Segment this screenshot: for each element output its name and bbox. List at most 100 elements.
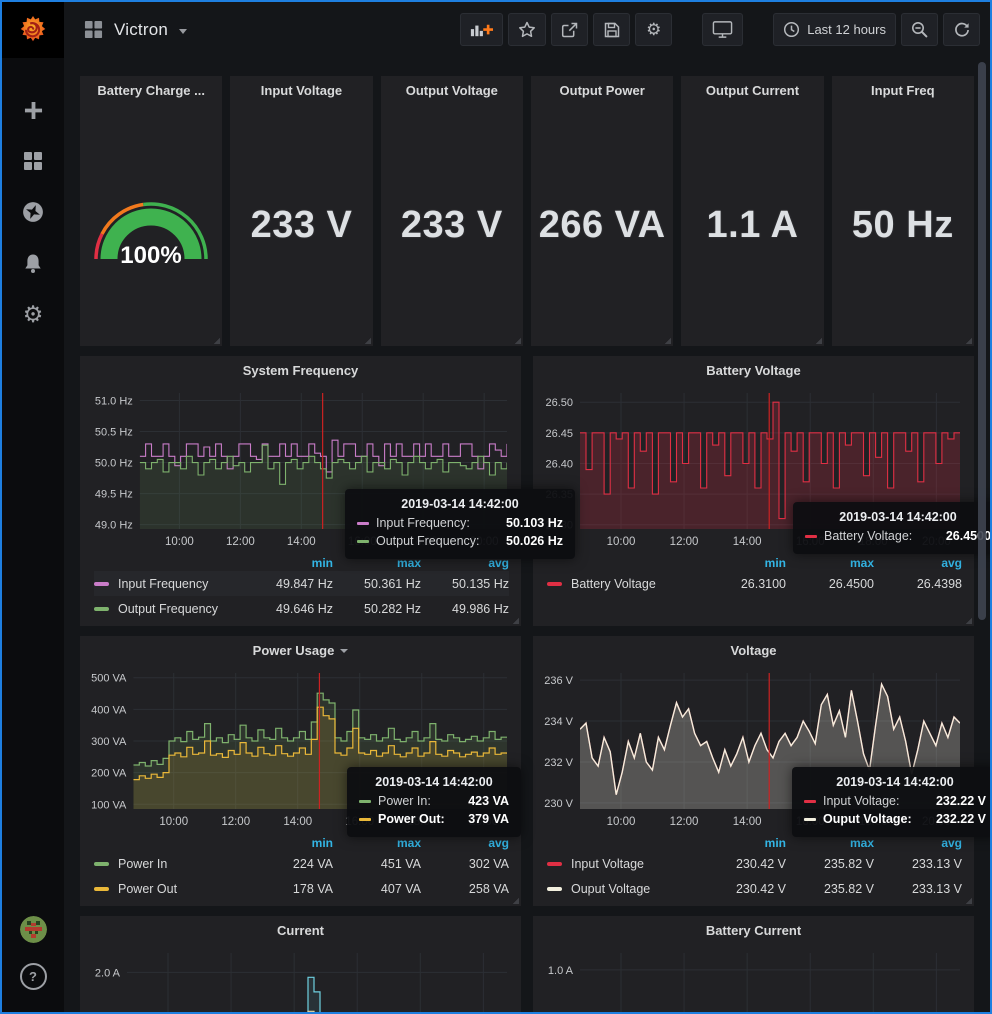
panel-title[interactable]: Current [80, 916, 521, 944]
panel-resize-handle[interactable] [364, 337, 371, 344]
svg-text:50.5 Hz: 50.5 Hz [95, 427, 133, 439]
series-label[interactable]: Battery Voltage [571, 577, 698, 591]
svg-text:10:00: 10:00 [159, 816, 188, 828]
chevron-down-icon [340, 649, 348, 653]
svg-text:100%: 100% [120, 242, 181, 269]
sidebar-item-dashboards[interactable] [21, 149, 45, 173]
dashboard-title-button[interactable]: Victron [84, 20, 187, 40]
panel-resize-handle[interactable] [965, 617, 972, 624]
svg-text:26.45: 26.45 [545, 428, 573, 440]
plus-icon [24, 101, 43, 120]
series-swatch [359, 818, 371, 821]
panel-title[interactable]: Voltage [533, 636, 974, 664]
series-swatch [547, 862, 562, 866]
series-swatch [359, 800, 371, 803]
panel-resize-handle[interactable] [965, 897, 972, 904]
panel-title[interactable]: Input Voltage [230, 76, 372, 104]
save-dashboard-button[interactable] [593, 13, 630, 46]
svg-text:51.0 Hz: 51.0 Hz [95, 395, 133, 407]
panel-battery-voltage: Battery Voltage 26.5026.4526.4026.3526.3… [533, 356, 974, 626]
panel-title[interactable]: Battery Voltage [533, 356, 974, 384]
series-label[interactable]: Ouput Voltage [571, 882, 698, 896]
grafana-window: ⚙ ? [0, 0, 992, 1014]
vertical-scrollbar-thumb[interactable] [978, 62, 986, 620]
dashboards-grid-icon [23, 151, 43, 171]
svg-text:1.0 A: 1.0 A [548, 965, 574, 977]
panel-title[interactable]: Power Usage [80, 636, 521, 664]
tooltip-time: 2019-03-14 14:42:00 [357, 497, 563, 511]
panel-resize-handle[interactable] [213, 337, 220, 344]
panel-battery-charge: Battery Charge ... 100% [80, 76, 222, 346]
legend-row: Power Out 178 VA 407 VA 258 VA [94, 876, 509, 901]
panel-title[interactable]: Battery Current [533, 916, 974, 944]
battery-current-chart[interactable]: 1.0 A0.5 A10:0012:0014:0016:0018:0020:00 [535, 944, 968, 1014]
panel-output-current: Output Current 1.1 A [681, 76, 823, 346]
series-swatch [357, 540, 369, 543]
svg-text:49.5 Hz: 49.5 Hz [95, 489, 133, 501]
tooltip-voltage: 2019-03-14 14:42:00 Input Voltage: 232.2… [792, 767, 992, 837]
legend-row: Output Frequency 49.646 Hz 50.282 Hz 49.… [94, 596, 509, 621]
svg-text:234 V: 234 V [544, 716, 573, 728]
series-swatch [547, 887, 562, 891]
series-label[interactable]: Output Frequency [118, 602, 245, 616]
navbar-actions: ⚙ Last 12 hours [460, 13, 980, 46]
add-panel-icon [470, 22, 493, 38]
refresh-button[interactable] [943, 13, 980, 46]
svg-text:14:00: 14:00 [283, 816, 312, 828]
panel-resize-handle[interactable] [512, 617, 519, 624]
dashboard-settings-button[interactable]: ⚙ [635, 13, 672, 46]
help-button[interactable]: ? [20, 963, 47, 990]
panel-title[interactable]: Output Current [681, 76, 823, 104]
add-panel-button[interactable] [460, 13, 503, 46]
share-icon [561, 22, 578, 38]
panel-title[interactable]: System Frequency [80, 356, 521, 384]
tooltip-row: Ouput Voltage: 232.22 V [804, 812, 986, 826]
sidebar-item-explore[interactable] [21, 200, 45, 224]
panel-resize-handle[interactable] [664, 337, 671, 344]
sidebar-menu: ⚙ [21, 98, 45, 326]
svg-text:26.50: 26.50 [545, 397, 573, 409]
cycle-view-mode-button[interactable] [702, 13, 743, 46]
legend: minmaxavg Input Frequency 49.847 Hz 50.3… [80, 552, 521, 621]
time-range-button[interactable]: Last 12 hours [773, 13, 896, 46]
sidebar-item-alerting[interactable] [21, 251, 45, 275]
gear-icon: ⚙ [23, 304, 44, 324]
sidebar-item-create[interactable] [21, 98, 45, 122]
zoom-out-icon [911, 21, 928, 38]
share-dashboard-button[interactable] [551, 13, 588, 46]
zoom-out-button[interactable] [901, 13, 938, 46]
series-swatch [547, 582, 562, 586]
dashboard-title: Victron [114, 20, 168, 40]
series-swatch [94, 887, 109, 891]
panel-resize-handle[interactable] [815, 337, 822, 344]
panel-resize-handle[interactable] [514, 337, 521, 344]
series-swatch [94, 862, 109, 866]
grafana-logo[interactable] [2, 2, 64, 58]
panel-title[interactable]: Output Power [531, 76, 673, 104]
help-label: ? [29, 969, 37, 984]
panel-resize-handle[interactable] [965, 337, 972, 344]
svg-text:232 V: 232 V [544, 757, 573, 769]
avatar-pixel-icon [20, 916, 47, 943]
user-avatar[interactable] [20, 916, 47, 943]
series-label[interactable]: Power In [118, 857, 245, 871]
legend: minmaxavg Input Voltage 230.42 V 235.82 … [533, 832, 974, 901]
tooltip-row: Power In: 423 VA [359, 794, 509, 808]
panel-resize-handle[interactable] [512, 897, 519, 904]
series-label[interactable]: Input Frequency [118, 577, 245, 591]
svg-text:10:00: 10:00 [607, 536, 636, 548]
series-label[interactable]: Power Out [118, 882, 245, 896]
tooltip-power-usage: 2019-03-14 14:42:00 Power In: 423 VA Pow… [347, 767, 521, 837]
star-dashboard-button[interactable] [508, 13, 546, 46]
tooltip-row: Input Voltage: 232.22 V [804, 794, 986, 808]
svg-text:200 VA: 200 VA [91, 768, 127, 780]
panel-title[interactable]: Input Freq [832, 76, 974, 104]
panel-title[interactable]: Battery Charge ... [80, 76, 222, 104]
clock-icon [783, 21, 800, 38]
series-label[interactable]: Input Voltage [571, 857, 698, 871]
stats-row: Battery Charge ... 100% Input Voltage 23… [80, 76, 974, 346]
current-chart[interactable]: 2.0 A1.5 A10:0012:0014:0016:0018:0020:00 [82, 944, 515, 1014]
compass-icon [22, 201, 44, 223]
sidebar-item-configuration[interactable]: ⚙ [21, 302, 45, 326]
panel-title[interactable]: Output Voltage [381, 76, 523, 104]
